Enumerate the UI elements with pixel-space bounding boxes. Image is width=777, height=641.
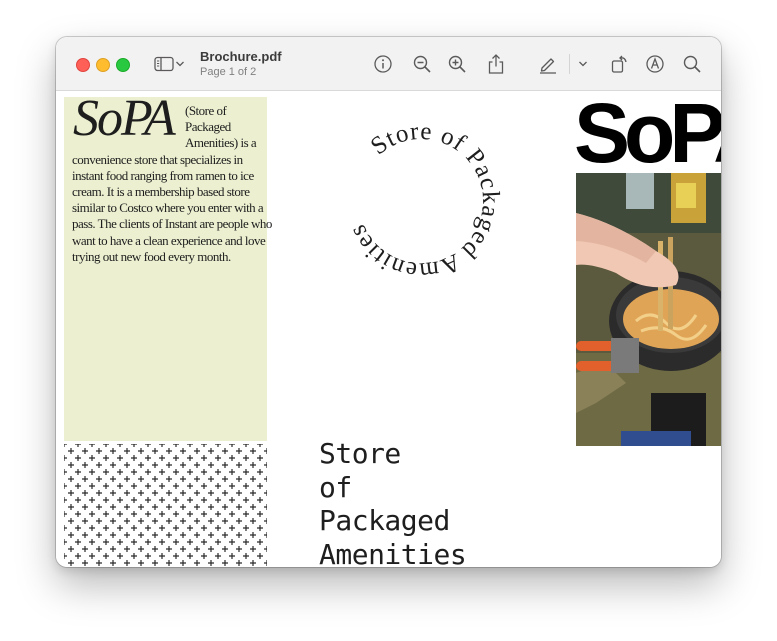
pdf-page: SoPA (Store of Packaged Amenities) is a …	[56, 91, 721, 567]
preview-window: Brochure.pdf Page 1 of 2 SoPA (Store of …	[56, 37, 721, 567]
zoom-in-icon[interactable]	[446, 53, 468, 75]
intro-panel: SoPA (Store of Packaged Amenities) is a …	[64, 93, 272, 441]
document-title: Brochure.pdf	[200, 49, 282, 64]
chevron-down-icon[interactable]	[173, 53, 187, 75]
svg-text:Store of Packaged Amenities: Store of Packaged Amenities	[344, 118, 505, 285]
title-line: Packaged	[319, 504, 450, 537]
circular-title: Store of Packaged Amenities	[344, 118, 505, 285]
sidebar-icon[interactable]	[153, 53, 175, 75]
highlight-pen-icon[interactable]	[537, 53, 559, 75]
info-icon[interactable]	[372, 53, 394, 75]
plus-pattern	[64, 444, 267, 567]
chevron-down-icon[interactable]	[575, 53, 591, 75]
title-line: Store	[319, 437, 401, 470]
share-icon[interactable]	[485, 53, 507, 75]
rotate-icon[interactable]	[609, 53, 631, 75]
title-line: of	[319, 470, 352, 504]
stacked-title: Store of Packaged Amenities	[319, 437, 467, 568]
close-button[interactable]	[76, 58, 90, 72]
sopa-bold-logo: SoPA	[574, 91, 721, 180]
ramen-photo	[576, 173, 721, 446]
title-line: Amenities	[319, 537, 467, 568]
toolbar-divider	[569, 54, 570, 74]
markup-icon[interactable]	[644, 53, 666, 75]
minimize-button[interactable]	[96, 58, 110, 72]
toolbar: Brochure.pdf Page 1 of 2	[56, 37, 721, 91]
zoom-button[interactable]	[116, 58, 130, 72]
zoom-out-icon[interactable]	[411, 53, 433, 75]
page-indicator: Page 1 of 2	[200, 66, 257, 78]
description-text: (Store of Packaged Amenities) is a conve…	[72, 103, 272, 264]
search-icon[interactable]	[681, 53, 703, 75]
